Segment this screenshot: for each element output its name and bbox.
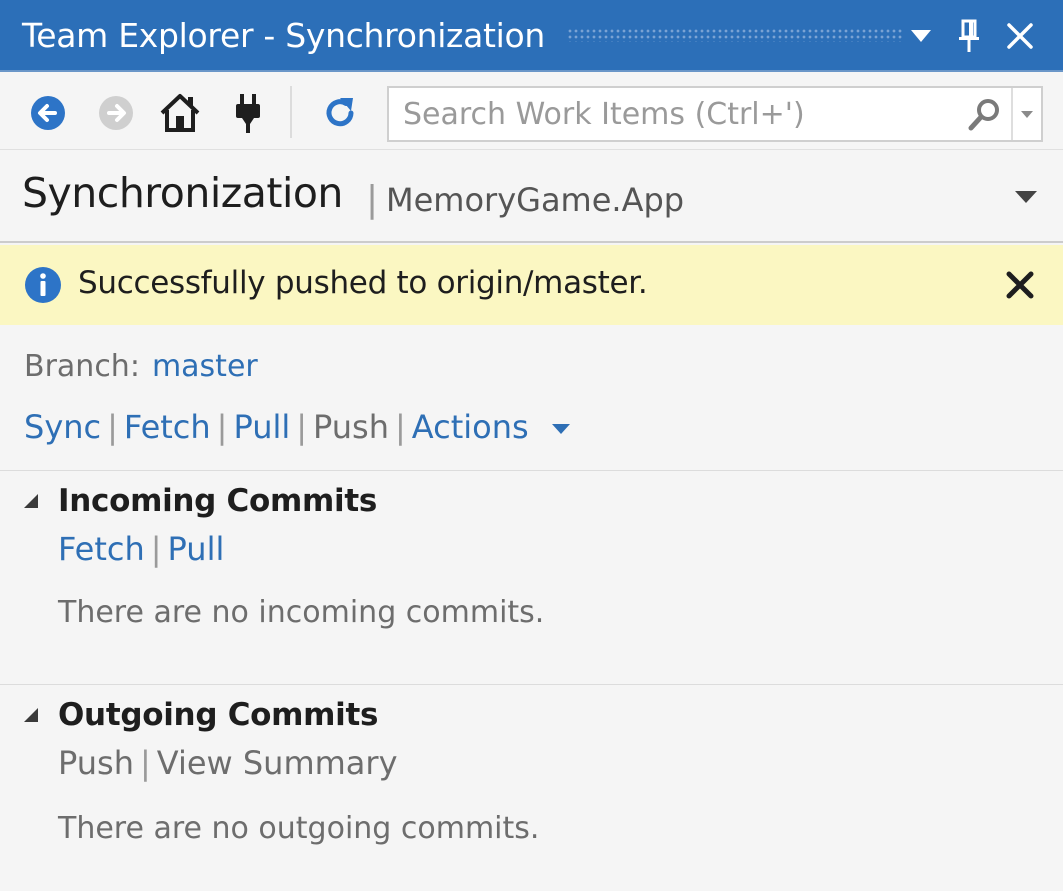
title-bar: Team Explorer - Synchronization: [0, 0, 1063, 72]
push-link[interactable]: Push: [313, 408, 389, 446]
pin-icon: [959, 19, 979, 52]
dismiss-notification-button[interactable]: [1000, 265, 1040, 305]
window-title: Team Explorer - Synchronization: [22, 15, 546, 55]
branch-row: Branch: master: [24, 349, 258, 384]
search-button[interactable]: [959, 88, 1011, 140]
refresh-icon: [326, 98, 354, 127]
caret-down-icon: [551, 424, 570, 434]
info-icon: [25, 267, 61, 303]
page-title: Synchronization: [22, 169, 343, 217]
close-icon: [1007, 23, 1033, 49]
view-summary-link[interactable]: View Summary: [157, 744, 398, 782]
caret-down-icon: [1021, 110, 1033, 118]
close-button[interactable]: [1000, 16, 1040, 56]
actions-menu-link[interactable]: Actions: [412, 408, 571, 446]
page-header: Synchronization | MemoryGame.App: [0, 151, 1063, 243]
search-icon: [968, 99, 999, 131]
incoming-commits-title: Incoming Commits: [58, 483, 378, 519]
incoming-fetch-link[interactable]: Fetch: [58, 530, 145, 568]
fetch-link[interactable]: Fetch: [124, 408, 211, 446]
outgoing-push-link[interactable]: Push: [58, 744, 134, 782]
page-navigation-dropdown[interactable]: [1008, 179, 1044, 215]
forward-arrow-icon: [99, 96, 133, 130]
repository-name: MemoryGame.App: [386, 181, 685, 219]
pull-link[interactable]: Pull: [233, 408, 290, 446]
link-separator: |: [107, 408, 118, 446]
outgoing-commits-header[interactable]: Outgoing Commits: [22, 697, 378, 733]
notification-message: Successfully pushed to origin/master.: [78, 265, 648, 301]
close-icon: [1006, 271, 1034, 299]
collapse-triangle-icon: [24, 494, 38, 508]
search-box: [387, 86, 1043, 142]
plug-icon: [236, 94, 260, 133]
outgoing-commits-title: Outgoing Commits: [58, 697, 379, 733]
title-separator: |: [366, 179, 379, 220]
link-separator: |: [296, 408, 308, 446]
section-divider: [0, 470, 1063, 471]
link-separator: |: [395, 408, 406, 446]
branch-label: Branch:: [24, 349, 140, 384]
outgoing-actions: Push | View Summary: [58, 744, 398, 782]
incoming-empty-message: There are no incoming commits.: [58, 595, 545, 630]
sync-link[interactable]: Sync: [24, 408, 101, 446]
toolbar: [0, 74, 1063, 150]
collapse-triangle-icon: [24, 708, 38, 722]
home-button[interactable]: [158, 91, 202, 135]
sync-actions: Sync | Fetch | Pull | Push | Actions: [24, 408, 571, 446]
actions-menu-label: Actions: [411, 408, 529, 446]
refresh-button[interactable]: [318, 91, 362, 135]
search-options-dropdown[interactable]: [1011, 88, 1041, 140]
link-separator: |: [150, 530, 162, 568]
back-arrow-icon: [31, 96, 65, 130]
incoming-actions: Fetch | Pull: [58, 530, 224, 568]
link-separator: |: [139, 744, 151, 782]
forward-button[interactable]: [94, 91, 138, 135]
drag-grip[interactable]: [567, 28, 904, 42]
section-divider: [0, 684, 1063, 685]
link-separator: |: [216, 408, 228, 446]
incoming-pull-link[interactable]: Pull: [168, 530, 225, 568]
connect-button[interactable]: [226, 91, 270, 135]
caret-down-icon: [911, 30, 931, 42]
branch-link[interactable]: master: [152, 349, 258, 384]
toolbar-separator: [290, 86, 292, 138]
pin-button[interactable]: [952, 16, 986, 56]
incoming-commits-header[interactable]: Incoming Commits: [22, 483, 377, 519]
back-button[interactable]: [26, 91, 70, 135]
notification-banner: Successfully pushed to origin/master.: [0, 245, 1063, 325]
outgoing-empty-message: There are no outgoing commits.: [58, 811, 540, 846]
search-input[interactable]: [389, 88, 959, 140]
home-icon: [160, 94, 200, 132]
window-menu-button[interactable]: [906, 16, 936, 56]
caret-down-icon: [1015, 191, 1037, 203]
